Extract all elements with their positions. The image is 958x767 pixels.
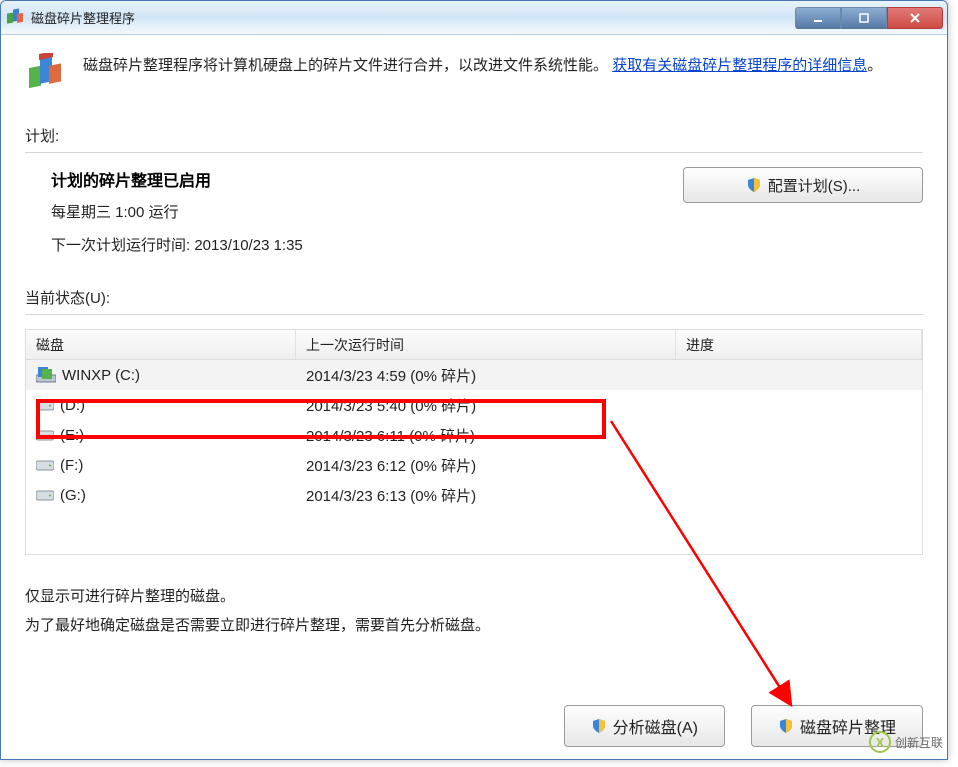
- divider: [25, 314, 923, 315]
- disk-name: (D:): [60, 397, 85, 414]
- app-icon: [5, 8, 25, 28]
- shield-icon: [746, 177, 762, 193]
- schedule-box: 计划的碎片整理已启用 每星期三 1:00 运行 下一次计划运行时间: 2013/…: [25, 167, 923, 267]
- schedule-info: 计划的碎片整理已启用 每星期三 1:00 运行 下一次计划运行时间: 2013/…: [25, 167, 303, 267]
- table-row[interactable]: WINXP (C:) 2014/3/23 4:59 (0% 碎片): [26, 360, 922, 390]
- schedule-section-label: 计划:: [25, 125, 923, 146]
- disk-table: 磁盘 上一次运行时间 进度 WINXP (C:) 2014/3/23 4:59 …: [25, 329, 923, 555]
- schedule-next: 下一次计划运行时间: 2013/10/23 1:35: [51, 234, 303, 255]
- window-controls: [795, 7, 943, 29]
- last-run: 2014/3/23 6:13 (0% 碎片): [296, 485, 676, 506]
- close-button[interactable]: [887, 7, 943, 29]
- drive-icon: [36, 458, 54, 472]
- analyze-label: 分析磁盘(A): [613, 714, 698, 738]
- schedule-time: 每星期三 1:00 运行: [51, 201, 303, 222]
- divider: [25, 152, 923, 153]
- titlebar[interactable]: 磁盘碎片整理程序: [1, 1, 947, 35]
- watermark: X 创新互联: [869, 731, 943, 753]
- table-row[interactable]: (E:) 2014/3/23 6:11 (0% 碎片): [26, 420, 922, 450]
- maximize-button[interactable]: [841, 7, 887, 29]
- defrag-icon: [25, 53, 67, 95]
- last-run: 2014/3/23 5:40 (0% 碎片): [296, 395, 676, 416]
- window-title: 磁盘碎片整理程序: [31, 8, 135, 27]
- shield-icon: [591, 718, 607, 734]
- drive-icon: [36, 428, 54, 442]
- table-body: WINXP (C:) 2014/3/23 4:59 (0% 碎片) (D:) 2…: [26, 360, 922, 510]
- note-line2: 为了最好地确定磁盘是否需要立即进行碎片整理，需要首先分析磁盘。: [25, 612, 923, 641]
- disk-name: (E:): [60, 427, 84, 444]
- col-last-run[interactable]: 上一次运行时间: [296, 330, 676, 359]
- intro-block: 磁盘碎片整理程序将计算机硬盘上的碎片文件进行合并，以改进文件系统性能。 获取有关…: [25, 53, 923, 95]
- drive-icon: [36, 398, 54, 412]
- table-row[interactable]: (F:) 2014/3/23 6:12 (0% 碎片): [26, 450, 922, 480]
- table-row[interactable]: (G:) 2014/3/23 6:13 (0% 碎片): [26, 480, 922, 510]
- configure-schedule-button[interactable]: 配置计划(S)...: [683, 167, 923, 203]
- col-disk[interactable]: 磁盘: [26, 330, 296, 359]
- intro-prefix: 磁盘碎片整理程序将计算机硬盘上的碎片文件进行合并，以改进文件系统性能。: [83, 57, 608, 74]
- schedule-heading: 计划的碎片整理已启用: [51, 167, 303, 191]
- disk-name: WINXP (C:): [62, 367, 140, 384]
- drive-icon: [36, 488, 54, 502]
- intro-text: 磁盘碎片整理程序将计算机硬盘上的碎片文件进行合并，以改进文件系统性能。 获取有关…: [83, 53, 882, 95]
- help-link[interactable]: 获取有关磁盘碎片整理程序的详细信息: [612, 57, 867, 74]
- footer-note: 仅显示可进行碎片整理的磁盘。 为了最好地确定磁盘是否需要立即进行碎片整理，需要首…: [25, 583, 923, 640]
- disk-name: (F:): [60, 457, 83, 474]
- content-area: 磁盘碎片整理程序将计算机硬盘上的碎片文件进行合并，以改进文件系统性能。 获取有关…: [1, 35, 947, 652]
- drive-system-icon: [36, 367, 56, 383]
- watermark-icon: X: [869, 731, 891, 753]
- last-run: 2014/3/23 6:12 (0% 碎片): [296, 455, 676, 476]
- last-run: 2014/3/23 4:59 (0% 碎片): [296, 365, 676, 386]
- table-row[interactable]: (D:) 2014/3/23 5:40 (0% 碎片): [26, 390, 922, 420]
- intro-period: 。: [867, 57, 882, 74]
- minimize-button[interactable]: [795, 7, 841, 29]
- shield-icon: [778, 718, 794, 734]
- col-progress[interactable]: 进度: [676, 330, 922, 359]
- last-run: 2014/3/23 6:11 (0% 碎片): [296, 425, 676, 446]
- defrag-window: 磁盘碎片整理程序 磁盘碎片整理程序将计算机硬盘上的碎片文件进行合并，以改进文件系…: [0, 0, 948, 760]
- configure-label: 配置计划(S)...: [768, 175, 861, 196]
- watermark-text: 创新互联: [895, 734, 943, 751]
- status-section-label: 当前状态(U):: [25, 287, 923, 308]
- disk-name: (G:): [60, 487, 86, 504]
- note-line1: 仅显示可进行碎片整理的磁盘。: [25, 583, 923, 612]
- analyze-disk-button[interactable]: 分析磁盘(A): [564, 705, 725, 747]
- table-header: 磁盘 上一次运行时间 进度: [26, 330, 922, 360]
